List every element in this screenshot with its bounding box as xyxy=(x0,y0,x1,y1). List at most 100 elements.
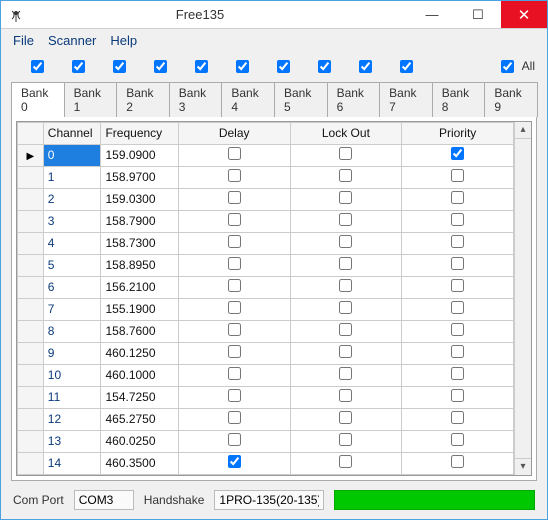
row-header[interactable] xyxy=(18,452,44,474)
cell-delay[interactable] xyxy=(178,320,290,342)
lockout-checkbox[interactable] xyxy=(339,455,352,468)
maximize-button[interactable]: ☐ xyxy=(455,1,501,28)
cell-frequency[interactable]: 158.7600 xyxy=(101,320,178,342)
table-row[interactable]: 5158.8950 xyxy=(18,254,514,276)
delay-checkbox[interactable] xyxy=(228,301,241,314)
cell-channel[interactable]: 0 xyxy=(43,144,101,166)
row-header[interactable] xyxy=(18,188,44,210)
lockout-checkbox[interactable] xyxy=(339,323,352,336)
lockout-checkbox[interactable] xyxy=(339,279,352,292)
row-header[interactable] xyxy=(18,364,44,386)
cell-priority[interactable] xyxy=(402,320,514,342)
table-row[interactable]: 12465.2750 xyxy=(18,408,514,430)
cell-delay[interactable] xyxy=(178,166,290,188)
cell-delay[interactable] xyxy=(178,210,290,232)
lockout-checkbox[interactable] xyxy=(339,235,352,248)
vertical-scrollbar[interactable]: ▴ ▾ xyxy=(514,122,531,475)
cell-lockout[interactable] xyxy=(290,254,402,276)
lockout-checkbox[interactable] xyxy=(339,191,352,204)
cell-lockout[interactable] xyxy=(290,408,402,430)
cell-lockout[interactable] xyxy=(290,386,402,408)
all-checkbox[interactable] xyxy=(501,60,514,73)
row-header[interactable] xyxy=(18,386,44,408)
lockout-checkbox[interactable] xyxy=(339,301,352,314)
table-row[interactable]: 10460.1000 xyxy=(18,364,514,386)
table-row[interactable]: 1158.9700 xyxy=(18,166,514,188)
priority-checkbox[interactable] xyxy=(451,279,464,292)
lockout-checkbox[interactable] xyxy=(339,213,352,226)
priority-checkbox[interactable] xyxy=(451,257,464,270)
col-frequency[interactable]: Frequency xyxy=(101,122,178,144)
cell-priority[interactable] xyxy=(402,232,514,254)
cell-channel[interactable]: 14 xyxy=(43,452,101,474)
cell-delay[interactable] xyxy=(178,342,290,364)
bank-check-1[interactable] xyxy=(72,60,85,73)
cell-priority[interactable] xyxy=(402,210,514,232)
cell-channel[interactable]: 5 xyxy=(43,254,101,276)
priority-checkbox[interactable] xyxy=(451,367,464,380)
scroll-up-icon[interactable]: ▴ xyxy=(515,122,531,139)
cell-lockout[interactable] xyxy=(290,276,402,298)
cell-lockout[interactable] xyxy=(290,188,402,210)
menu-file[interactable]: File xyxy=(13,33,34,48)
cell-delay[interactable] xyxy=(178,430,290,452)
row-header[interactable]: ▶ xyxy=(18,144,44,166)
priority-checkbox[interactable] xyxy=(451,191,464,204)
cell-frequency[interactable]: 158.9700 xyxy=(101,166,178,188)
table-row[interactable]: 8158.7600 xyxy=(18,320,514,342)
col-priority[interactable]: Priority xyxy=(402,122,514,144)
delay-checkbox[interactable] xyxy=(228,213,241,226)
cell-lockout[interactable] xyxy=(290,298,402,320)
bank-check-2[interactable] xyxy=(113,60,126,73)
cell-priority[interactable] xyxy=(402,364,514,386)
bank-check-7[interactable] xyxy=(318,60,331,73)
cell-priority[interactable] xyxy=(402,166,514,188)
priority-checkbox[interactable] xyxy=(451,301,464,314)
cell-delay[interactable] xyxy=(178,254,290,276)
delay-checkbox[interactable] xyxy=(228,169,241,182)
bank-check-5[interactable] xyxy=(236,60,249,73)
cell-lockout[interactable] xyxy=(290,210,402,232)
priority-checkbox[interactable] xyxy=(451,213,464,226)
cell-frequency[interactable]: 159.0300 xyxy=(101,188,178,210)
lockout-checkbox[interactable] xyxy=(339,411,352,424)
tab-bank-2[interactable]: Bank 2 xyxy=(116,82,170,117)
cell-channel[interactable]: 3 xyxy=(43,210,101,232)
tab-bank-9[interactable]: Bank 9 xyxy=(484,82,538,117)
row-header[interactable] xyxy=(18,166,44,188)
cell-frequency[interactable]: 460.1250 xyxy=(101,342,178,364)
table-row[interactable]: 13460.0250 xyxy=(18,430,514,452)
cell-priority[interactable] xyxy=(402,408,514,430)
delay-checkbox[interactable] xyxy=(228,455,241,468)
row-header[interactable] xyxy=(18,254,44,276)
cell-channel[interactable]: 4 xyxy=(43,232,101,254)
delay-checkbox[interactable] xyxy=(228,235,241,248)
cell-frequency[interactable]: 460.0250 xyxy=(101,430,178,452)
col-delay[interactable]: Delay xyxy=(178,122,290,144)
all-check-wrap[interactable]: All xyxy=(501,59,535,73)
cell-priority[interactable] xyxy=(402,430,514,452)
delay-checkbox[interactable] xyxy=(228,323,241,336)
close-button[interactable]: ✕ xyxy=(501,1,547,28)
scroll-down-icon[interactable]: ▾ xyxy=(515,458,531,475)
cell-priority[interactable] xyxy=(402,276,514,298)
cell-channel[interactable]: 1 xyxy=(43,166,101,188)
cell-channel[interactable]: 11 xyxy=(43,386,101,408)
cell-delay[interactable] xyxy=(178,452,290,474)
cell-frequency[interactable]: 460.3500 xyxy=(101,452,178,474)
row-header[interactable] xyxy=(18,342,44,364)
cell-priority[interactable] xyxy=(402,144,514,166)
cell-lockout[interactable] xyxy=(290,144,402,166)
row-header[interactable] xyxy=(18,430,44,452)
cell-lockout[interactable] xyxy=(290,430,402,452)
row-header[interactable] xyxy=(18,210,44,232)
cell-lockout[interactable] xyxy=(290,166,402,188)
cell-lockout[interactable] xyxy=(290,452,402,474)
bank-check-0[interactable] xyxy=(31,60,44,73)
handshake-field[interactable] xyxy=(214,490,324,510)
channel-grid[interactable]: Channel Frequency Delay Lock Out Priorit… xyxy=(17,122,514,475)
row-header[interactable] xyxy=(18,232,44,254)
cell-frequency[interactable]: 156.2100 xyxy=(101,276,178,298)
lockout-checkbox[interactable] xyxy=(339,433,352,446)
menu-help[interactable]: Help xyxy=(110,33,137,48)
